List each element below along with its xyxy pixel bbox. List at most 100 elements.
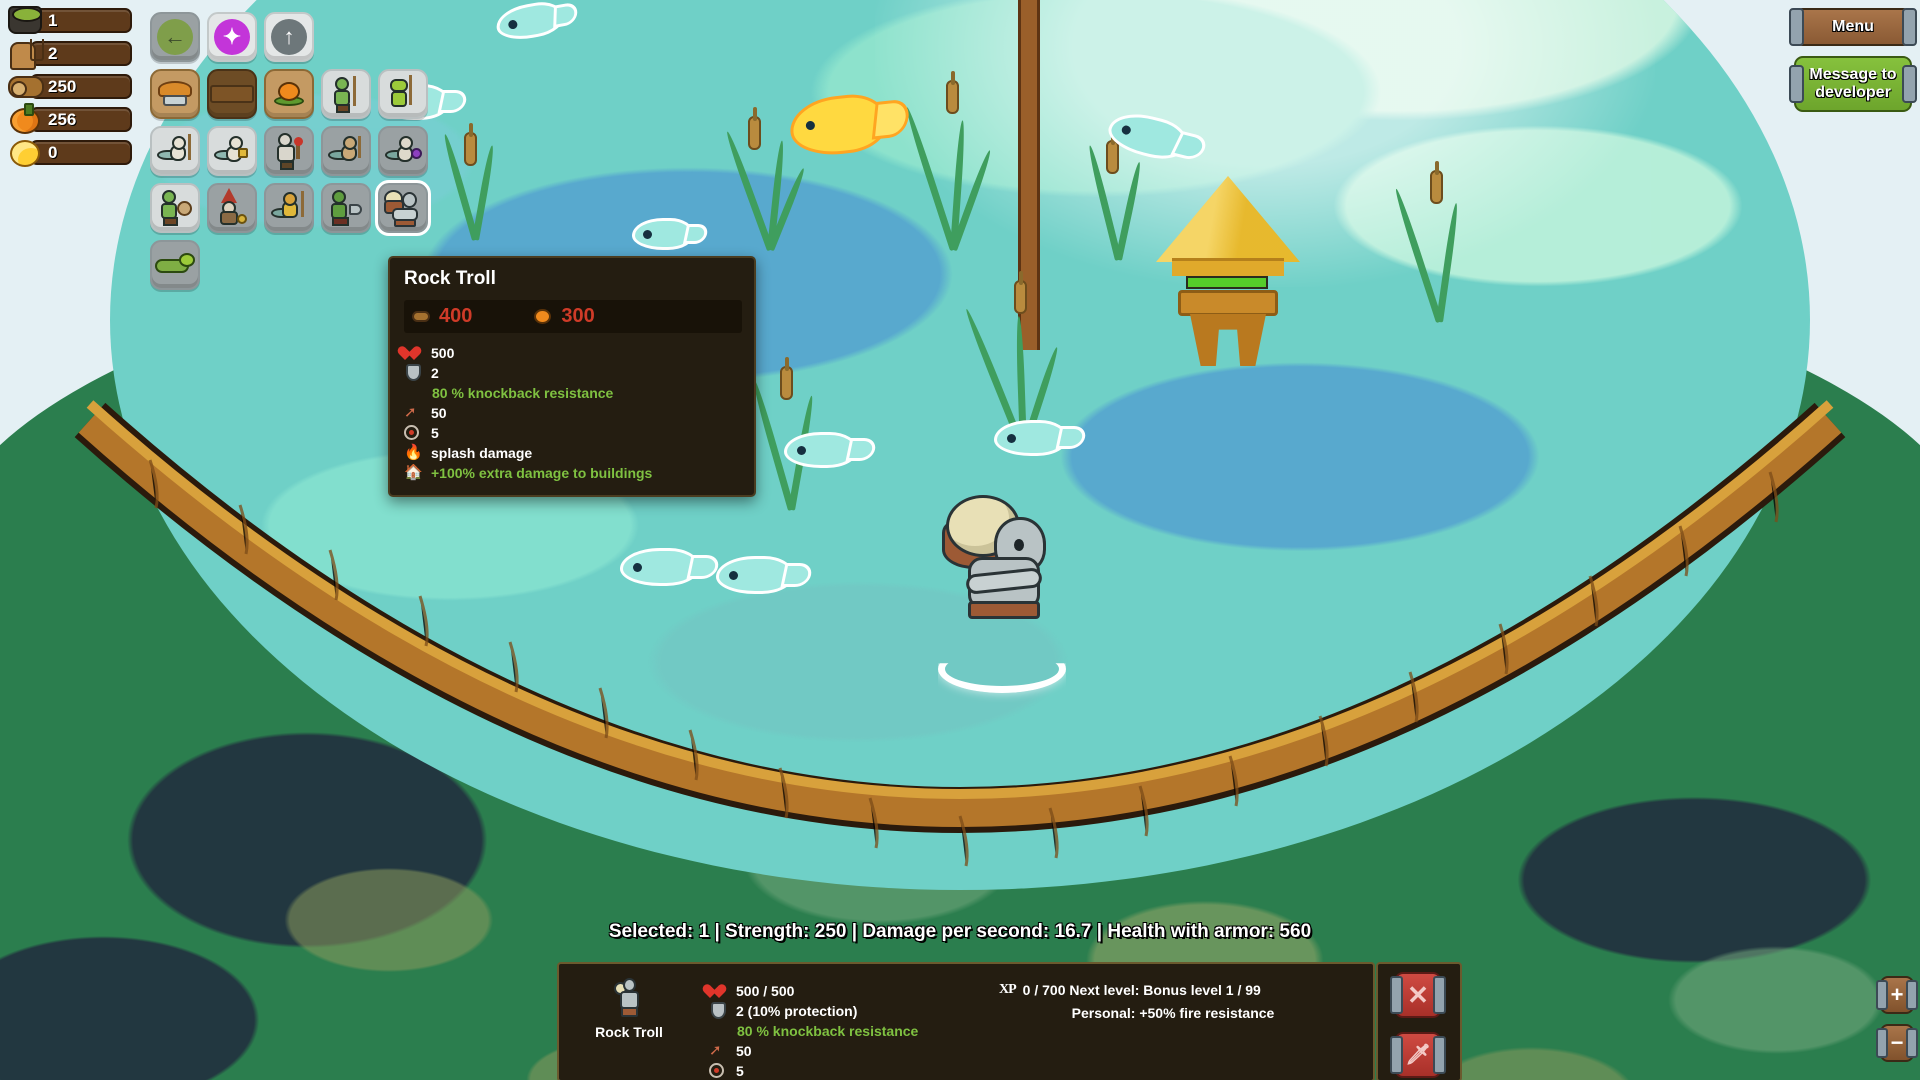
resource-row[interactable]: 250 — [8, 74, 132, 101]
unit-merman-guard[interactable] — [264, 183, 314, 233]
resource-value: 0 — [48, 143, 58, 162]
cultist-icon — [275, 133, 303, 170]
resource-row[interactable]: 256 — [8, 103, 132, 134]
zoom-out-button[interactable]: − — [1880, 1024, 1914, 1062]
hut-icon — [155, 81, 195, 107]
unit-merman-mage[interactable] — [378, 126, 428, 176]
tooltip-stat-knockback: 80 % knockback resistance — [404, 383, 742, 402]
unit-orc-swordsman[interactable] — [150, 183, 200, 233]
unit-name: Rock Troll — [595, 1024, 663, 1040]
unit-portrait: Rock Troll — [583, 978, 675, 1040]
rock-troll-unit[interactable] — [940, 495, 1050, 625]
merman-trident-icon — [157, 134, 193, 166]
house-fire-icon: 🏠 — [404, 464, 423, 481]
unit-merman-hunter[interactable] — [321, 126, 371, 176]
stat-value: 500 / 500 — [736, 982, 795, 999]
unit-rock-troll[interactable] — [375, 180, 431, 236]
stump-icon — [8, 6, 44, 36]
menu-button[interactable]: Menu — [1794, 8, 1912, 46]
mermaid-icon — [214, 136, 250, 166]
stat-value: 500 — [431, 344, 455, 361]
unit-merman-trident[interactable] — [150, 126, 200, 176]
troll-belt — [968, 601, 1040, 619]
dismiss-unit-button[interactable]: ✕ — [1395, 972, 1441, 1018]
upgrade-button[interactable]: ✦ — [207, 12, 257, 62]
build-hut[interactable] — [150, 69, 200, 119]
troll-eye — [1014, 539, 1024, 551]
gold-icon — [10, 140, 46, 170]
unit-info-panel: Rock Troll 500 / 500 2 (10% protection) … — [557, 962, 1375, 1080]
merman-guard-icon — [271, 191, 307, 224]
tooltip-stat-armor: 2 — [404, 363, 742, 382]
heart-icon — [709, 982, 728, 999]
rock-troll-portrait-icon — [614, 978, 644, 1018]
merman-mage-icon — [385, 136, 422, 166]
gnome-icon — [217, 188, 247, 226]
minus-icon: − — [1890, 1030, 1904, 1055]
attack-mode-button[interactable]: 🗡 — [1395, 1032, 1441, 1078]
unit-tooltip: Rock Troll 400 300 500 2 80 % knockback … — [388, 256, 756, 497]
orc-spearman-icon — [331, 76, 361, 113]
stat-value: 5 — [736, 1062, 744, 1079]
unit-xp-section: XP 0 / 700 Next level: Bonus level 1 / 9… — [999, 982, 1329, 1021]
caterpillar-icon — [155, 253, 195, 277]
top-right-buttons: Menu Message to developer — [1794, 8, 1912, 122]
watch-tower[interactable] — [1156, 176, 1300, 366]
rock-troll-icon — [384, 189, 422, 227]
bow-icon: ➚ — [709, 1042, 722, 1059]
unit-orc-axe[interactable] — [321, 183, 371, 233]
stat-value: 5 — [431, 424, 439, 441]
stat-value: 80 % knockback resistance — [432, 384, 614, 401]
message-button[interactable]: Message to developer — [1794, 56, 1912, 112]
resource-bar: 1 2 250 256 0 — [8, 6, 132, 173]
cost-wood: 400 — [439, 305, 473, 327]
plus-icon: + — [1890, 982, 1904, 1007]
pumpkin-icon — [10, 103, 46, 138]
unit-mermaid[interactable] — [207, 126, 257, 176]
back-button[interactable]: ← — [150, 12, 200, 62]
tooltip-stat-building-bonus: 🏠 +100% extra damage to buildings — [404, 463, 742, 482]
palette-row — [150, 69, 450, 119]
unit-orc-spear[interactable] — [321, 69, 371, 119]
zoom-controls: + − — [1880, 976, 1914, 1072]
stat-value: 2 (10% protection) — [736, 1002, 858, 1019]
palette-row — [150, 180, 450, 236]
pumpkin-farm-icon — [272, 80, 306, 108]
target-icon — [404, 424, 423, 441]
resource-row[interactable]: 2 — [8, 39, 132, 70]
info-stat-armor: 2 (10% protection) — [709, 1001, 918, 1020]
unit-goblin-spear[interactable] — [378, 69, 428, 119]
resource-row[interactable]: 1 — [8, 6, 132, 36]
level-up-button[interactable]: ↑ — [264, 12, 314, 62]
resource-value: 1 — [48, 11, 58, 30]
unit-cultist[interactable] — [264, 126, 314, 176]
zoom-in-button[interactable]: + — [1880, 976, 1914, 1014]
build-farm[interactable] — [264, 69, 314, 119]
unit-caterpillar[interactable] — [150, 240, 200, 290]
heart-icon — [404, 344, 423, 361]
tower-roof-shading — [1156, 176, 1300, 262]
tooltip-cost: 400 300 — [404, 300, 742, 333]
fire-icon: 🔥 — [404, 444, 423, 461]
resource-row[interactable]: 0 — [8, 140, 132, 167]
info-stat-damage: ➚ 50 — [709, 1041, 918, 1060]
cost-pumpkin: 300 — [561, 305, 595, 327]
sword-icon: 🗡 — [1405, 1044, 1431, 1066]
unit-gnome[interactable] — [207, 183, 257, 233]
palette-controls-row: ← ✦ ↑ — [150, 12, 450, 62]
log-icon — [8, 76, 44, 106]
tower-deck — [1172, 258, 1284, 276]
tooltip-stat-damage: ➚ 50 — [404, 403, 742, 422]
build-wall[interactable] — [207, 69, 257, 119]
stat-value: 80 % knockback resistance — [737, 1022, 919, 1039]
palette-row — [150, 126, 450, 176]
close-icon: ✕ — [1407, 980, 1429, 1010]
stat-value: splash damage — [431, 444, 533, 461]
shield-icon — [404, 364, 423, 381]
tooltip-stat-health: 500 — [404, 343, 742, 362]
tower-health-bar — [1186, 276, 1268, 289]
info-stat-range: 5 — [709, 1061, 918, 1080]
game-screen: 1 2 250 256 0 ← ✦ ↑ Rock Troll 400 300 5… — [0, 0, 1920, 1080]
resource-value: 256 — [48, 110, 77, 129]
tower-body — [1178, 290, 1278, 316]
